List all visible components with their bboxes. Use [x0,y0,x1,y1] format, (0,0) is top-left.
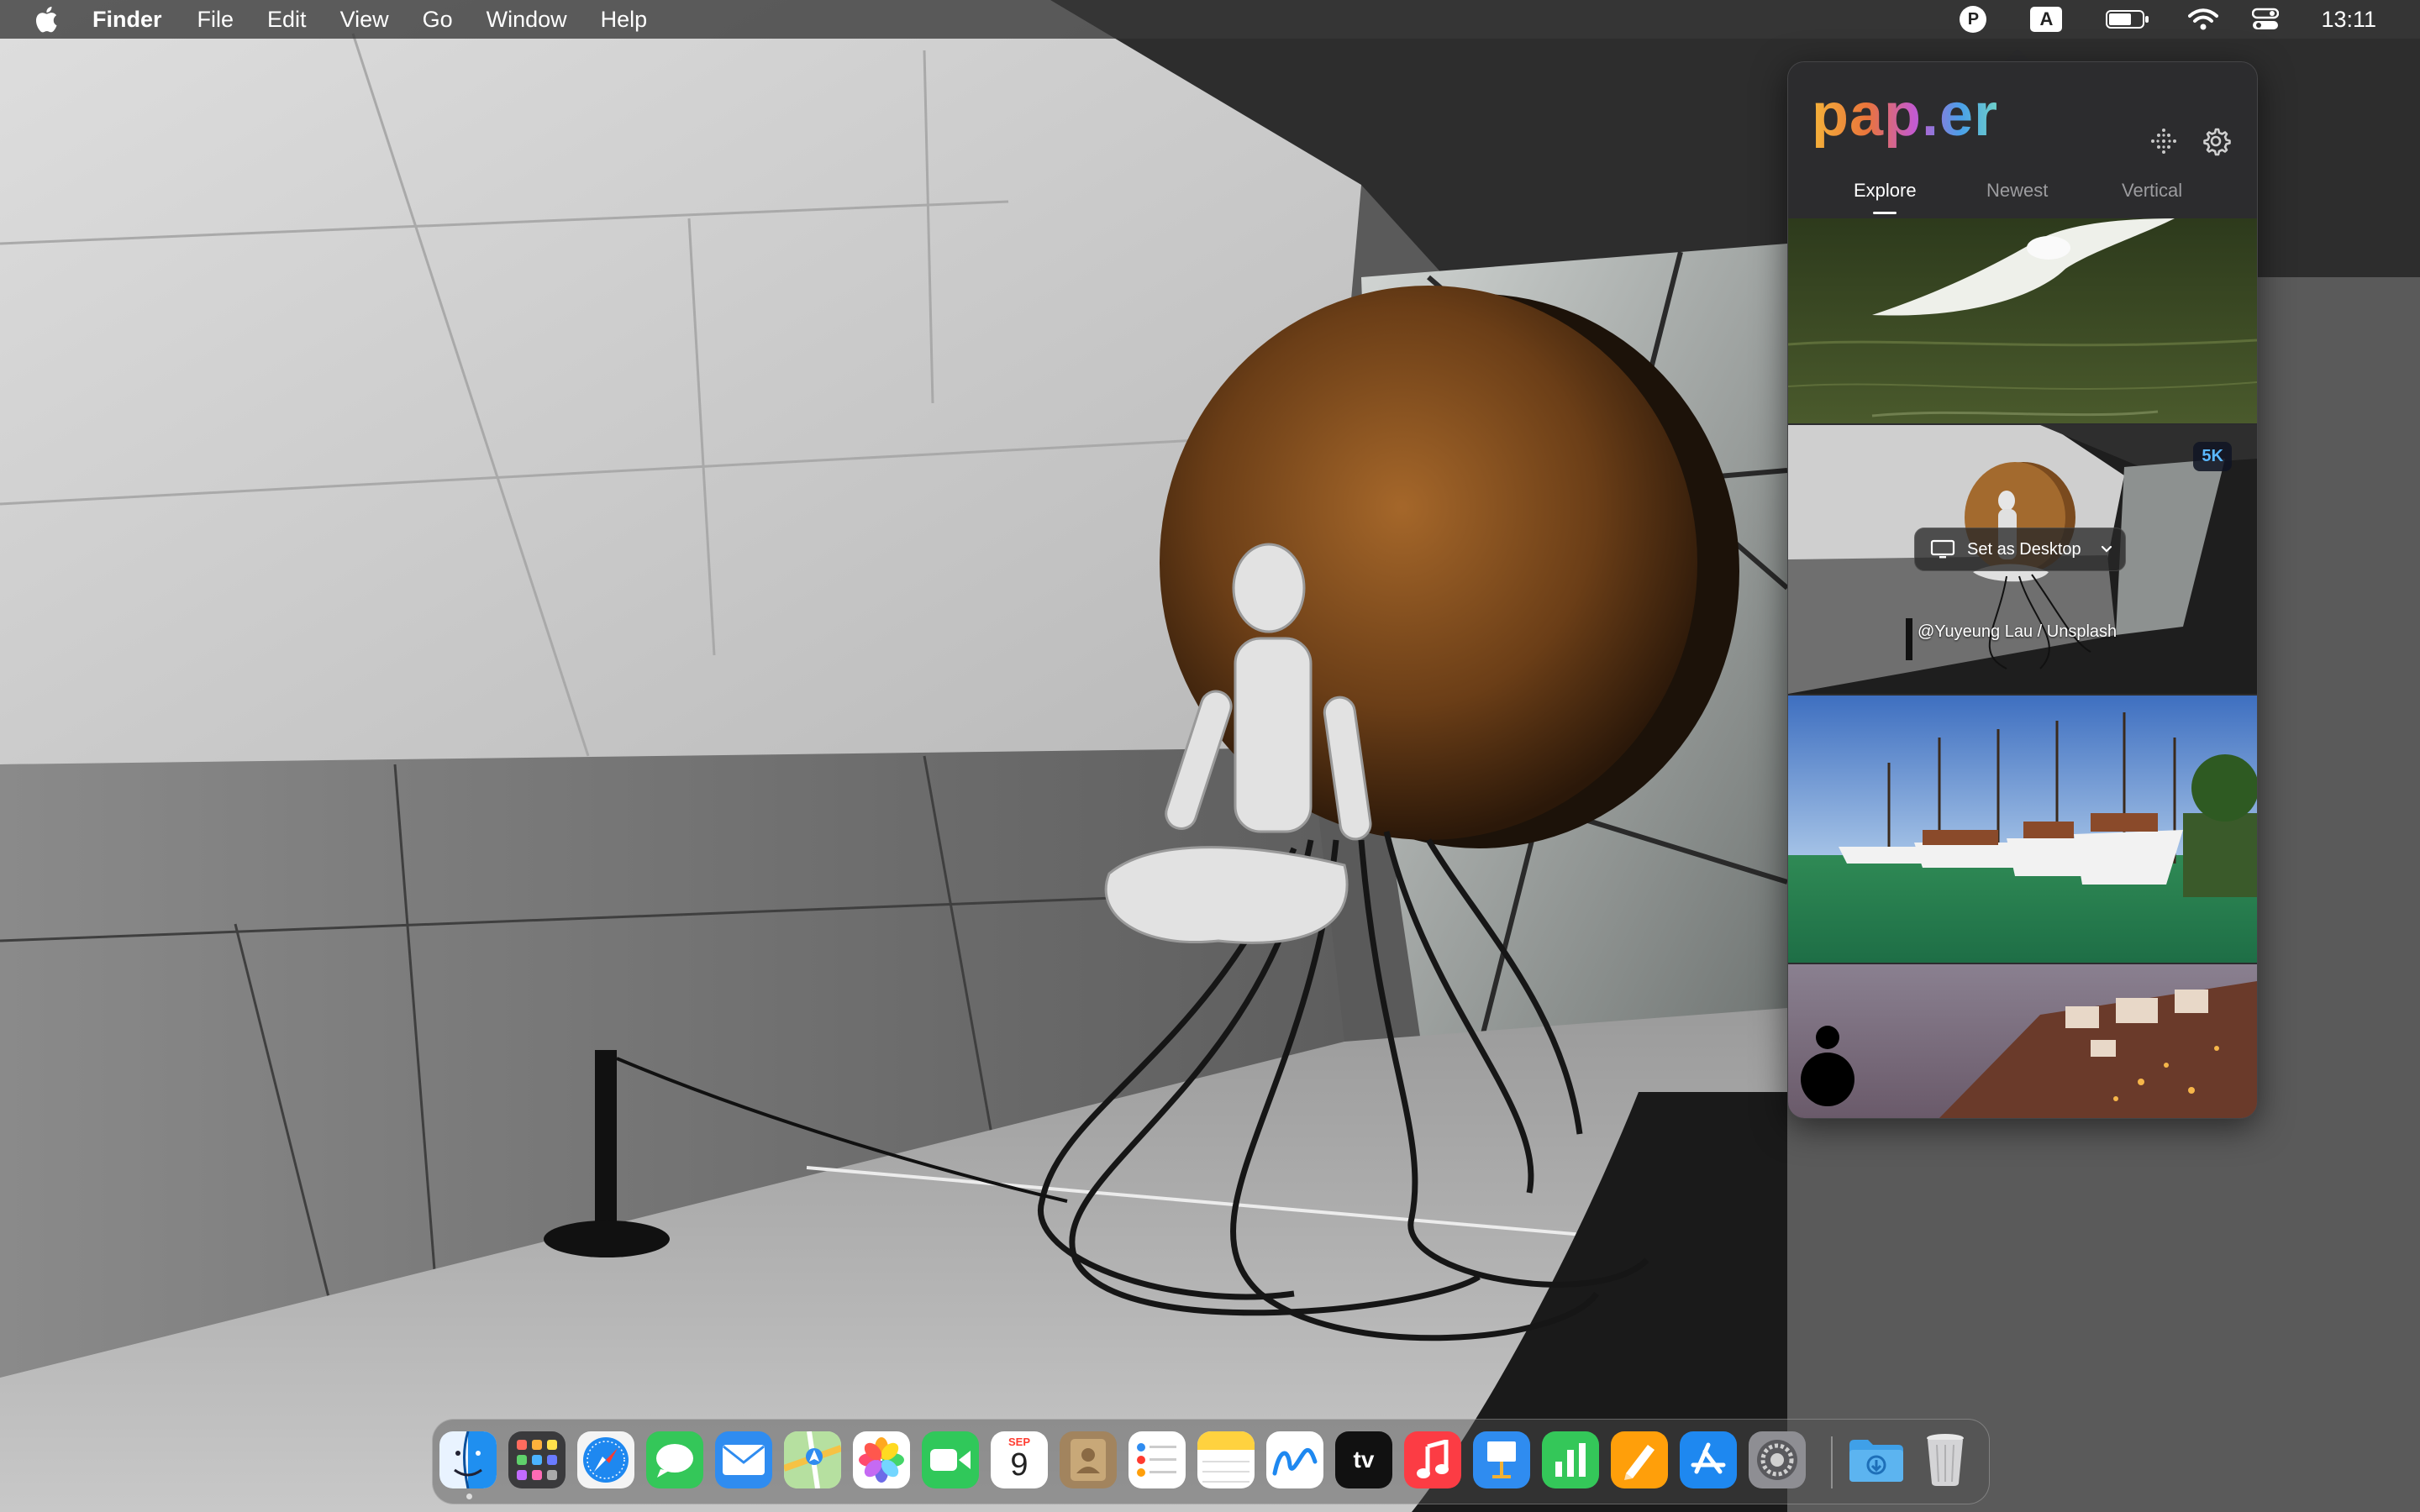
dock-maps-icon[interactable] [784,1431,841,1488]
control-center-icon[interactable] [2252,8,2280,31]
active-tab-indicator [1873,212,1897,214]
chevron-down-icon[interactable] [2100,544,2113,554]
paper-status-label: P [1967,9,1980,29]
menu-help[interactable]: Help [601,7,648,33]
dock-launchpad-icon[interactable] [508,1431,566,1488]
harbor-image [1788,696,2257,963]
tab-explore[interactable]: Explore [1854,180,1917,202]
menu-bar: Finder File Edit View Go Window Help P A [0,0,2420,39]
dock-notes-icon[interactable] [1197,1431,1255,1488]
menu-go[interactable]: Go [423,7,453,33]
dock-trash-icon[interactable] [1917,1431,1974,1488]
tab-newest[interactable]: Newest [1986,180,2048,202]
menu-edit[interactable]: Edit [267,7,307,33]
dock-mail-icon[interactable] [715,1431,772,1488]
photo-credit[interactable]: @Yuyeung Lau / Unsplash [1918,622,2117,642]
panel-header: pap.er Explore Newest Vertical [1788,62,2257,218]
dock-calendar-icon[interactable]: SEP 9 [991,1431,1048,1488]
paper-popover: pap.er Explore Newest Vertical 5K Set as… [1787,61,2258,1119]
dock-safari-icon[interactable] [577,1431,634,1488]
menu-bar-status: P A 13:11 [1960,0,2420,39]
menu-view[interactable]: View [340,7,389,33]
menu-bar-clock[interactable]: 13:11 [2321,7,2376,33]
menu-file[interactable]: File [197,7,234,33]
gear-icon[interactable] [2201,126,2231,156]
finder-running-indicator [466,1494,472,1499]
dock: SEP 9 tv [432,1419,1990,1504]
dock-facetime-icon[interactable] [922,1431,979,1488]
calendar-day-label: 9 [1010,1447,1028,1483]
panel-pointer [2004,49,2031,62]
wallpaper-thumbnail-coast[interactable] [1788,964,2257,1118]
egret-image [1788,218,2257,423]
coast-image [1788,964,2257,1118]
dock-music-icon[interactable] [1404,1431,1461,1488]
dock-reminders-icon[interactable] [1128,1431,1186,1488]
menu-bar-left: Finder File Edit View Go Window Help [0,0,681,39]
calendar-month-label: SEP [1007,1436,1030,1448]
menu-window[interactable]: Window [487,7,567,33]
dock-contacts-icon[interactable] [1060,1431,1117,1488]
dock-freeform-icon[interactable] [1266,1431,1323,1488]
wifi-icon[interactable] [2188,8,2219,31]
tab-vertical[interactable]: Vertical [2122,180,2182,202]
tv-label: tv [1353,1446,1375,1473]
dock-keynote-icon[interactable] [1473,1431,1530,1488]
menu-app-name[interactable]: Finder [92,7,162,33]
panel-tabs: Explore Newest Vertical [1788,180,2257,214]
paper-status-icon[interactable]: P [1960,6,1987,33]
set-as-desktop-label: Set as Desktop [1967,539,2081,559]
input-source-icon[interactable]: A [2030,7,2063,32]
dock-pages-icon[interactable] [1611,1431,1668,1488]
wallpaper-thumbnail-robot[interactable]: 5K Set as Desktop @Yuyeung Lau / Unsplas… [1788,425,2257,694]
input-source-label: A [2039,8,2054,29]
random-dots-icon[interactable] [2150,128,2177,155]
battery-icon[interactable] [2106,8,2149,30]
dock-photos-icon[interactable] [853,1431,910,1488]
dock-numbers-icon[interactable] [1542,1431,1599,1488]
dock-system-settings-icon[interactable] [1749,1431,1806,1488]
apple-menu-icon[interactable] [32,4,59,34]
dock-messages-icon[interactable] [646,1431,703,1488]
monitor-icon [1930,539,1955,559]
dock-finder-icon[interactable] [439,1431,497,1488]
wallpaper-thumbnail-harbor[interactable] [1788,696,2257,963]
resolution-badge: 5K [2193,442,2232,471]
dock-divider [1831,1436,1833,1488]
set-as-desktop-button[interactable]: Set as Desktop [1914,528,2126,571]
dock-downloads-folder-icon[interactable] [1848,1431,1905,1488]
dock-tv-icon[interactable]: tv [1335,1431,1392,1488]
dock-app-store-icon[interactable] [1680,1431,1737,1488]
wallpaper-thumbnail-egret[interactable] [1788,218,2257,423]
paper-logo: pap.er [1812,77,1998,153]
